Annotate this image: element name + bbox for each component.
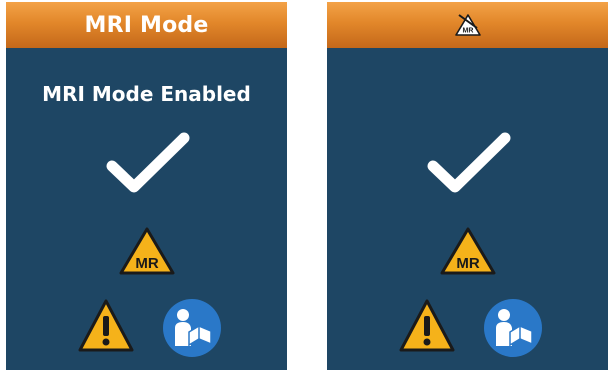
mr-unsafe-icon: MR: [454, 14, 481, 36]
header-title: MRI Mode: [84, 12, 209, 38]
consult-manual-icon: [484, 299, 542, 357]
screen-header: MR: [327, 2, 608, 48]
checkmark-icon: [427, 132, 511, 193]
mri-mode-status-text: MRI Mode Enabled: [42, 82, 251, 106]
warning-icon: [78, 299, 134, 352]
consult-manual-icon: [163, 299, 221, 357]
mr-conditional-icon: MR: [119, 227, 175, 275]
mr-sign-label: MR: [456, 255, 479, 272]
svg-text:MR: MR: [462, 28, 473, 35]
mri-mode-screen-enabled: MRI Mode MRI Mode Enabled MR: [6, 2, 287, 370]
screen-header: MRI Mode: [6, 2, 287, 48]
warning-icon: [399, 299, 455, 352]
checkmark-icon: [106, 132, 190, 193]
mri-mode-screen-icon-header: MR MR: [327, 2, 608, 370]
mr-sign-label: MR: [135, 255, 158, 272]
mr-conditional-icon: MR: [440, 227, 496, 275]
